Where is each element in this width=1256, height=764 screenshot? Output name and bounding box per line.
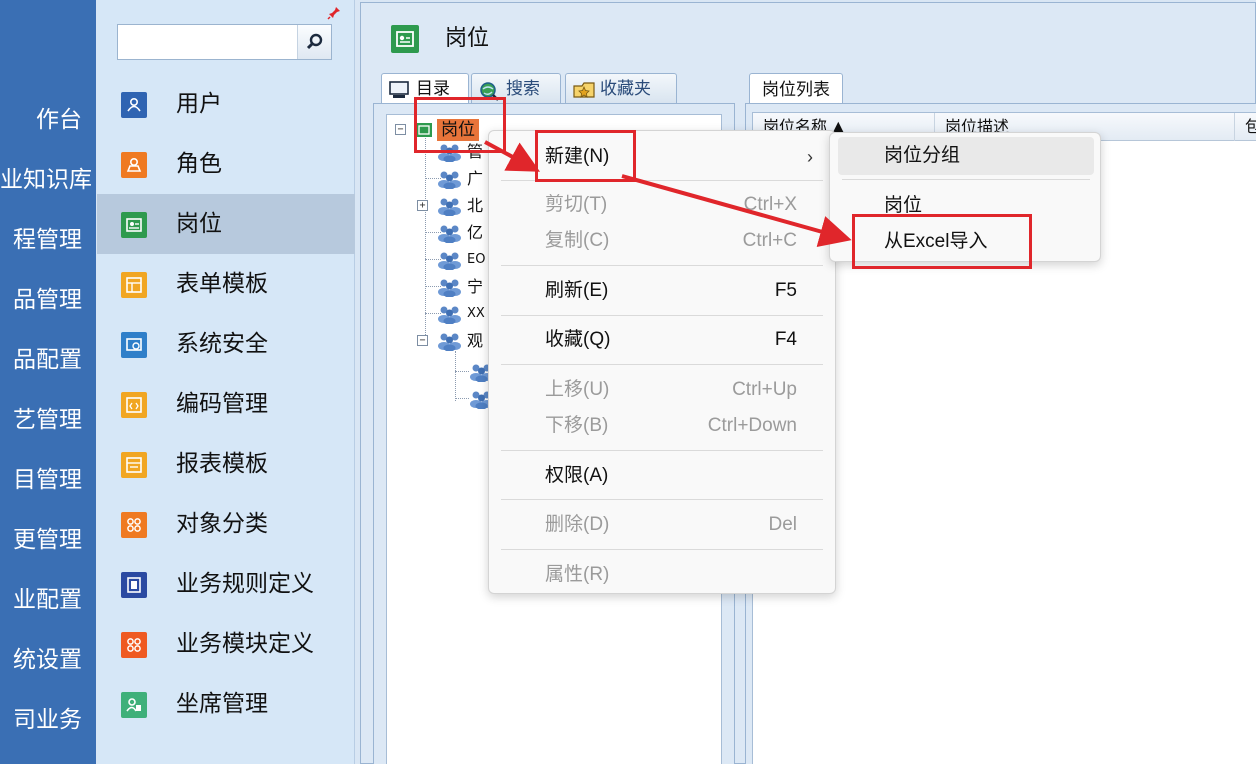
- annotation-arrows: [484, 140, 852, 247]
- arrow-icon: [484, 140, 541, 172]
- arrow-icon: [621, 174, 852, 247]
